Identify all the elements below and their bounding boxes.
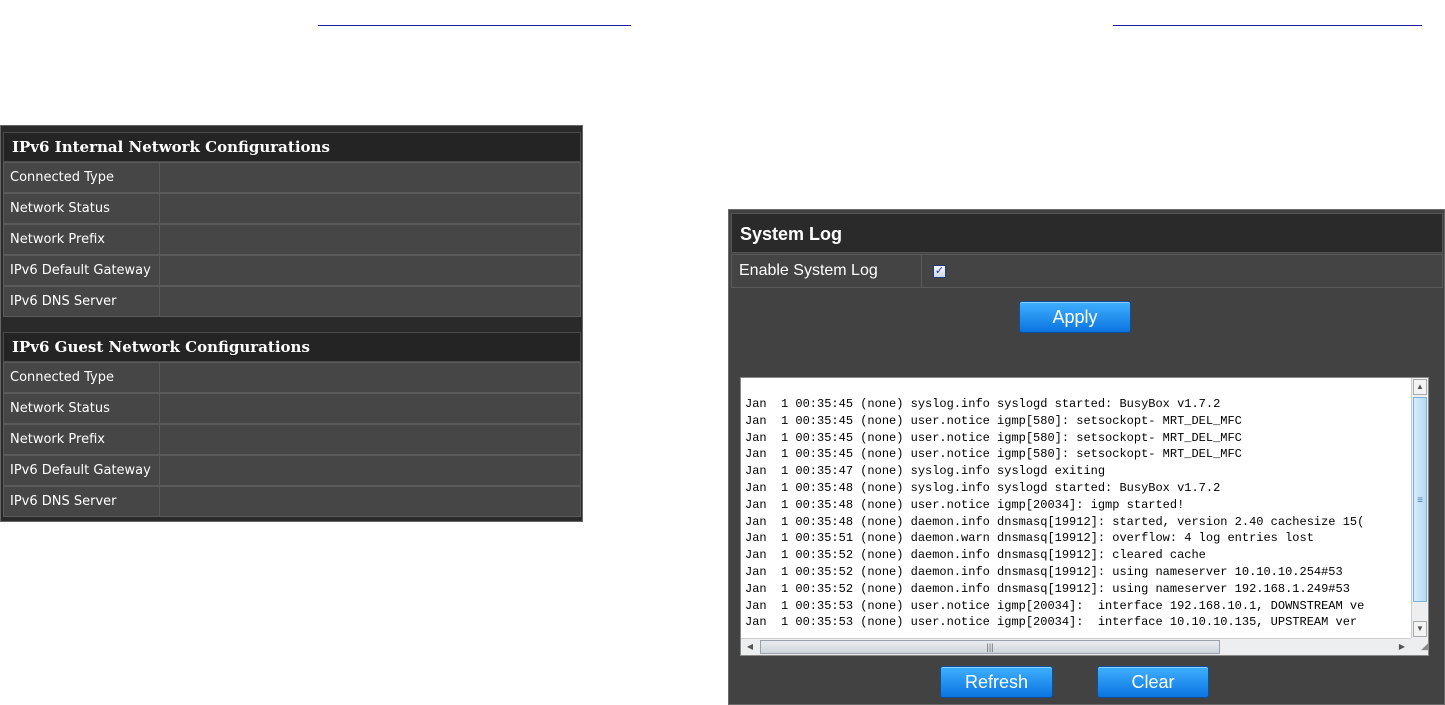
- horizontal-scroll-thumb[interactable]: |||: [760, 640, 1220, 654]
- resize-grip-icon[interactable]: ◢: [1411, 638, 1428, 655]
- horizontal-scrollbar[interactable]: ◀ ||| ▶: [741, 638, 1411, 655]
- row-label: Connected Type: [3, 162, 160, 193]
- row-label: IPv6 Default Gateway: [3, 455, 160, 486]
- table-row: Connected Type: [3, 162, 581, 193]
- log-line: Jan 1 00:35:51 (none) daemon.warn dnsmas…: [745, 531, 1314, 546]
- system-log-title: System Log: [731, 213, 1443, 253]
- scroll-down-arrow-icon[interactable]: ▼: [1413, 621, 1427, 637]
- refresh-button[interactable]: Refresh: [940, 666, 1053, 698]
- table-row: IPv6 Default Gateway: [3, 255, 581, 286]
- section-title: IPv6 Internal Network Configurations: [3, 132, 581, 162]
- log-line: Jan 1 00:35:48 (none) syslog.info syslog…: [745, 480, 1221, 495]
- row-label: IPv6 DNS Server: [3, 486, 160, 517]
- row-label: IPv6 Default Gateway: [3, 255, 160, 286]
- table-row: Network Status: [3, 393, 581, 424]
- system-log-textarea[interactable]: Jan 1 00:35:45 (none) syslog.info syslog…: [740, 377, 1429, 656]
- enable-system-log-row: Enable System Log ✓: [731, 254, 1443, 288]
- table-row: Connected Type: [3, 362, 581, 393]
- row-value: [160, 393, 581, 424]
- row-value: [160, 224, 581, 255]
- top-link-underline-right: [1113, 25, 1422, 26]
- scroll-up-arrow-icon[interactable]: ▲: [1413, 379, 1427, 395]
- ipv6-guest-section: IPv6 Guest Network Configurations Connec…: [3, 332, 581, 517]
- row-value: [160, 362, 581, 393]
- log-line: Jan 1 00:35:52 (none) daemon.info dnsmas…: [745, 564, 1343, 579]
- row-label: Network Status: [3, 393, 160, 424]
- log-text: Jan 1 00:35:45 (none) syslog.info syslog…: [745, 396, 1410, 637]
- table-row: Network Prefix: [3, 424, 581, 455]
- row-value: [160, 162, 581, 193]
- log-line: Jan 1 00:35:45 (none) user.notice igmp[5…: [745, 430, 1242, 445]
- log-line: Jan 1 00:35:45 (none) user.notice igmp[5…: [745, 413, 1242, 428]
- row-label: Network Status: [3, 193, 160, 224]
- table-row: Network Status: [3, 193, 581, 224]
- enable-system-log-cell: ✓: [922, 254, 1443, 288]
- log-line: Jan 1 00:35:53 (none) user.notice igmp[2…: [745, 598, 1365, 613]
- row-label: Network Prefix: [3, 424, 160, 455]
- scroll-left-arrow-icon[interactable]: ◀: [742, 640, 758, 654]
- vertical-scrollbar[interactable]: ▲ ≡ ▼: [1411, 378, 1428, 638]
- row-value: [160, 286, 581, 317]
- table-row: IPv6 DNS Server: [3, 486, 581, 517]
- enable-system-log-checkbox[interactable]: ✓: [933, 265, 946, 278]
- row-label: Network Prefix: [3, 224, 160, 255]
- scroll-right-arrow-icon[interactable]: ▶: [1394, 640, 1410, 654]
- log-line: Jan 1 00:35:53 (none) user.notice igmp[2…: [745, 615, 1358, 630]
- section-title: IPv6 Guest Network Configurations: [3, 332, 581, 362]
- system-log-panel: System Log Enable System Log ✓ Apply Jan…: [728, 209, 1445, 705]
- log-line: Jan 1 00:35:47 (none) syslog.info syslog…: [745, 464, 1106, 479]
- apply-button[interactable]: Apply: [1019, 301, 1131, 333]
- row-label: Connected Type: [3, 362, 160, 393]
- log-line: Jan 1 00:35:48 (none) user.notice igmp[2…: [745, 497, 1185, 512]
- log-line: Jan 1 00:35:52 (none) daemon.info dnsmas…: [745, 548, 1206, 563]
- log-line: Jan 1 00:35:48 (none) daemon.info dnsmas…: [745, 514, 1365, 529]
- log-line: Jan 1 00:35:52 (none) daemon.info dnsmas…: [745, 581, 1350, 596]
- log-line: Jan 1 00:35:45 (none) syslog.info syslog…: [745, 397, 1221, 411]
- ipv6-config-panel: IPv6 Internal Network Configurations Con…: [0, 125, 583, 522]
- table-row: IPv6 DNS Server: [3, 286, 581, 317]
- row-value: [160, 424, 581, 455]
- top-link-underline-left: [318, 25, 631, 26]
- row-label: IPv6 DNS Server: [3, 286, 160, 317]
- log-line: Jan 1 00:35:45 (none) user.notice igmp[5…: [745, 447, 1242, 462]
- row-value: [160, 255, 581, 286]
- row-value: [160, 455, 581, 486]
- row-value: [160, 486, 581, 517]
- ipv6-internal-section: IPv6 Internal Network Configurations Con…: [3, 132, 581, 317]
- clear-button[interactable]: Clear: [1097, 666, 1209, 698]
- enable-system-log-label: Enable System Log: [731, 254, 922, 288]
- table-row: IPv6 Default Gateway: [3, 455, 581, 486]
- table-row: Network Prefix: [3, 224, 581, 255]
- vertical-scroll-thumb[interactable]: ≡: [1413, 397, 1427, 602]
- row-value: [160, 193, 581, 224]
